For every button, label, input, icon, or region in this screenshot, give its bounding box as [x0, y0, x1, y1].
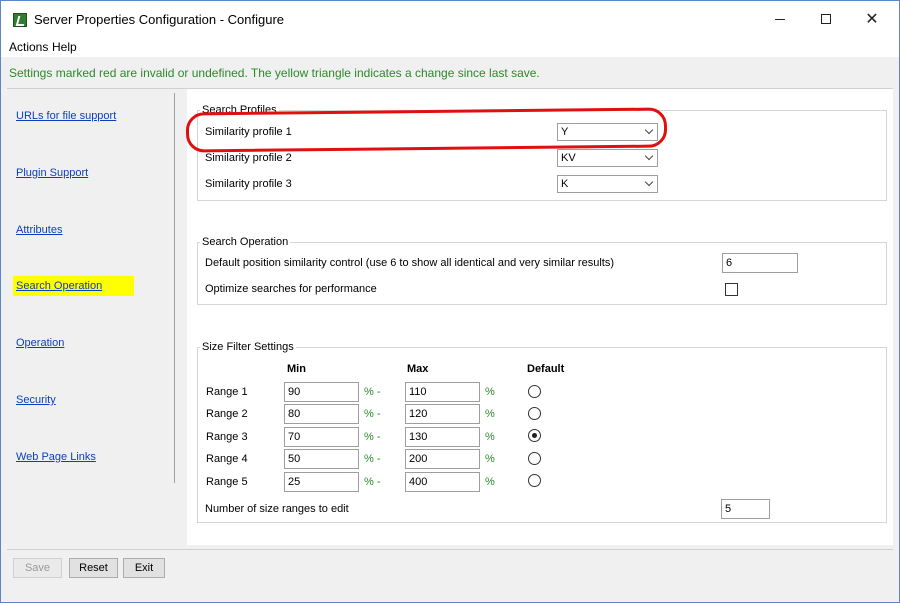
similarity-profile-2-select[interactable]: KV — [557, 149, 658, 167]
position-similarity-label: Default position similarity control (use… — [205, 257, 614, 269]
optimize-searches-label: Optimize searches for performance — [205, 283, 377, 295]
range-5-min-input[interactable]: 25 — [284, 472, 359, 492]
range-2-max-pct: % — [485, 408, 495, 420]
exit-button[interactable]: Exit — [123, 558, 165, 578]
similarity-profile-1-select[interactable]: Y — [557, 123, 658, 141]
search-operation-title: Search Operation — [200, 236, 291, 248]
minimize-button[interactable] — [757, 1, 803, 37]
menu-help[interactable]: Help — [52, 40, 77, 54]
range-3-max-input[interactable]: 130 — [405, 427, 480, 447]
range-1-min-input[interactable]: 90 — [284, 382, 359, 402]
window-title: Server Properties Configuration - Config… — [34, 12, 285, 27]
range-4-max-input[interactable]: 200 — [405, 449, 480, 469]
status-banner: Settings marked red are invalid or undef… — [7, 59, 893, 89]
reset-button[interactable]: Reset — [69, 558, 118, 578]
sidebar-item-security[interactable]: Security — [13, 390, 59, 410]
range-5-max-input[interactable]: 400 — [405, 472, 480, 492]
sidebar-item-urls[interactable]: URLs for file support — [13, 106, 119, 126]
range-1-default-radio[interactable] — [528, 385, 541, 398]
app-icon — [13, 13, 27, 27]
range-4-default-radio[interactable] — [528, 452, 541, 465]
menu-bar: Actions Help — [1, 37, 899, 57]
sidebar-item-attributes[interactable]: Attributes — [13, 220, 65, 240]
range-2-default-radio[interactable] — [528, 407, 541, 420]
range-3-min-input[interactable]: 70 — [284, 427, 359, 447]
sidebar-item-plugin-support[interactable]: Plugin Support — [13, 163, 91, 183]
range-2-min-pct: % - — [364, 408, 381, 420]
size-ranges-count-label: Number of size ranges to edit — [205, 503, 349, 515]
close-icon: ✕ — [865, 11, 879, 28]
range-3-label: Range 3 — [206, 431, 248, 443]
size-filter-title: Size Filter Settings — [200, 341, 296, 353]
range-4-max-pct: % — [485, 453, 495, 465]
range-5-max-pct: % — [485, 476, 495, 488]
maximize-icon — [821, 14, 831, 24]
sidebar-item-operation[interactable]: Operation — [13, 333, 67, 353]
range-5-label: Range 5 — [206, 476, 248, 488]
range-1-max-input[interactable]: 110 — [405, 382, 480, 402]
sidebar: URLs for file support Plugin Support Att… — [7, 89, 175, 545]
search-profiles-title: Search Profiles — [200, 104, 279, 116]
default-column-header: Default — [527, 363, 565, 375]
range-1-label: Range 1 — [206, 386, 248, 398]
search-operation-group — [197, 242, 887, 305]
range-4-label: Range 4 — [206, 453, 248, 465]
position-similarity-input[interactable]: 6 — [722, 253, 798, 273]
menu-actions[interactable]: Actions — [9, 40, 48, 54]
sidebar-item-web-page-links[interactable]: Web Page Links — [13, 447, 99, 467]
range-1-max-pct: % — [485, 386, 495, 398]
min-column-header: Min — [287, 363, 306, 375]
maximize-button[interactable] — [803, 1, 849, 37]
similarity-profile-3-value: K — [561, 178, 569, 190]
similarity-profile-1-value: Y — [561, 126, 569, 138]
search-profiles-group — [197, 110, 887, 201]
size-ranges-count-input[interactable]: 5 — [721, 499, 770, 519]
range-3-min-pct: % - — [364, 431, 381, 443]
range-2-min-input[interactable]: 80 — [284, 404, 359, 424]
main-panel: Search Profiles Similarity profile 1 Y S… — [187, 89, 893, 545]
app-window: Server Properties Configuration - Config… — [0, 0, 900, 603]
range-2-label: Range 2 — [206, 408, 248, 420]
chevron-down-icon — [644, 151, 654, 161]
minimize-icon — [775, 18, 785, 20]
range-4-min-input[interactable]: 50 — [284, 449, 359, 469]
range-3-max-pct: % — [485, 431, 495, 443]
range-5-default-radio[interactable] — [528, 474, 541, 487]
range-4-min-pct: % - — [364, 453, 381, 465]
close-button[interactable]: ✕ — [849, 1, 895, 37]
save-button[interactable]: Save — [13, 558, 62, 578]
chevron-down-icon — [644, 177, 654, 187]
title-bar: Server Properties Configuration - Config… — [1, 1, 899, 37]
sidebar-item-search-operation[interactable]: Search Operation — [13, 276, 134, 296]
sidebar-divider — [174, 93, 175, 483]
similarity-profile-1-label: Similarity profile 1 — [205, 126, 292, 138]
range-3-default-radio[interactable] — [528, 429, 541, 442]
range-1-min-pct: % - — [364, 386, 381, 398]
similarity-profile-3-select[interactable]: K — [557, 175, 658, 193]
button-bar: Save Reset Exit — [7, 549, 893, 591]
max-column-header: Max — [407, 363, 429, 375]
optimize-searches-checkbox[interactable] — [725, 283, 738, 296]
range-5-min-pct: % - — [364, 476, 381, 488]
similarity-profile-3-label: Similarity profile 3 — [205, 178, 292, 190]
similarity-profile-2-label: Similarity profile 2 — [205, 152, 292, 164]
range-2-max-input[interactable]: 120 — [405, 404, 480, 424]
similarity-profile-2-value: KV — [561, 152, 576, 164]
chevron-down-icon — [644, 125, 654, 135]
